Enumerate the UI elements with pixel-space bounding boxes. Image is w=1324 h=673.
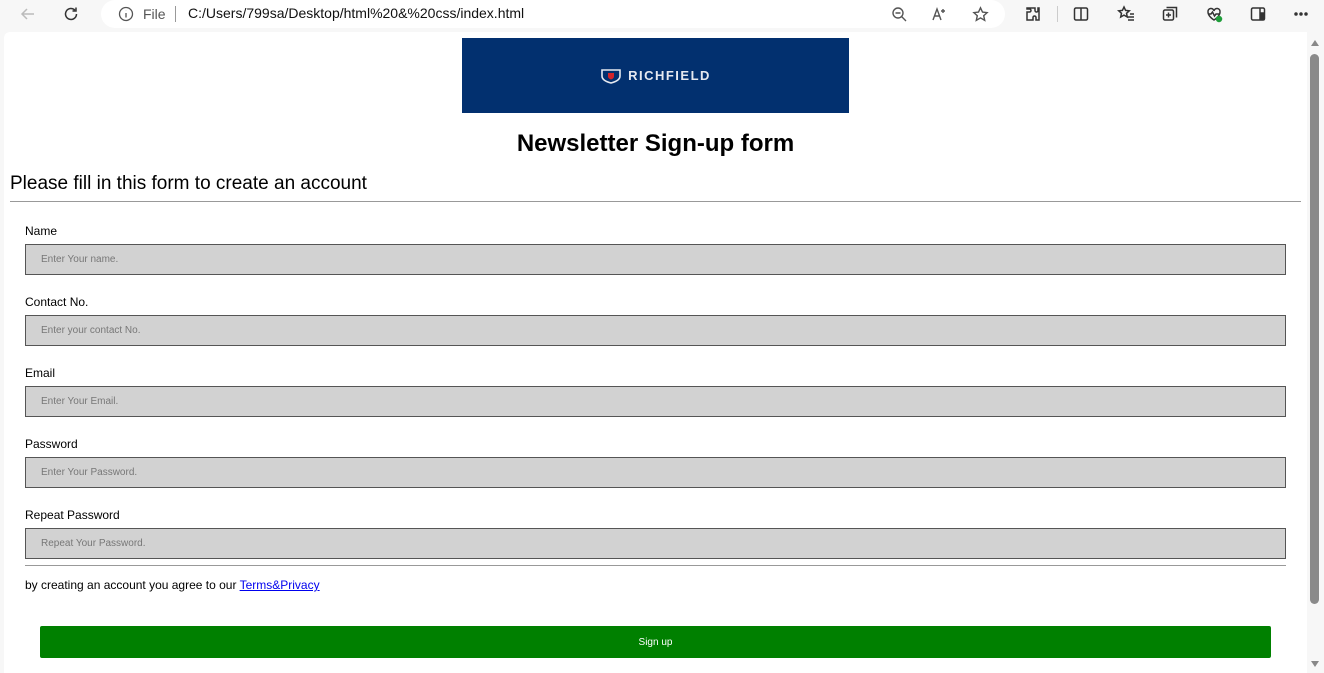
sidebar-icon[interactable] (1244, 2, 1272, 26)
terms-notice: by creating an account you agree to our … (25, 578, 320, 592)
page-title: Newsletter Sign-up form (516, 130, 795, 157)
scroll-thumb[interactable] (1310, 54, 1319, 604)
address-prefix: File (143, 6, 166, 22)
back-icon[interactable] (14, 2, 42, 26)
extensions-icon[interactable] (1019, 2, 1047, 26)
email-label: Email (25, 366, 56, 380)
read-aloud-icon[interactable] (929, 4, 949, 24)
browser-essentials-icon[interactable] (1200, 2, 1228, 26)
address-separator (175, 6, 176, 22)
favorite-star-icon[interactable] (970, 4, 990, 24)
form-subtitle: Please fill in this form to create an ac… (10, 173, 367, 194)
contact-input[interactable] (25, 315, 1286, 346)
repeat-password-label: Repeat Password (25, 508, 120, 522)
address-bar[interactable]: File C:/Users/799sa/Desktop/html%20&%20c… (101, 0, 1005, 28)
name-label: Name (25, 224, 58, 238)
scroll-down-arrow-icon[interactable] (1311, 661, 1319, 667)
address-url[interactable]: C:/Users/799sa/Desktop/html%20&%20css/in… (188, 5, 524, 21)
email-input[interactable] (25, 386, 1286, 417)
refresh-icon[interactable] (57, 2, 85, 26)
split-screen-icon[interactable] (1067, 2, 1095, 26)
vertical-scrollbar[interactable] (1307, 32, 1324, 673)
password-label: Password (25, 437, 78, 451)
signup-button[interactable]: Sign up (40, 626, 1271, 658)
info-icon[interactable] (117, 5, 135, 23)
name-input[interactable] (25, 244, 1286, 275)
scroll-up-arrow-icon[interactable] (1311, 40, 1319, 46)
terms-text: by creating an account you agree to our (25, 578, 240, 592)
zoom-out-icon[interactable] (889, 4, 909, 24)
page-viewport: RICHFIELD Newsletter Sign-up form Please… (4, 32, 1307, 673)
terms-privacy-link[interactable]: Terms&Privacy (240, 578, 320, 592)
repeat-password-input[interactable] (25, 528, 1286, 559)
richfield-logo: RICHFIELD (462, 38, 849, 113)
favorites-icon[interactable] (1112, 2, 1140, 26)
browser-toolbar: File C:/Users/799sa/Desktop/html%20&%20c… (0, 0, 1324, 32)
collections-icon[interactable] (1156, 2, 1184, 26)
password-input[interactable] (25, 457, 1286, 488)
toolbar-divider (1057, 6, 1058, 22)
logo-text: RICHFIELD (628, 68, 711, 83)
top-divider (10, 201, 1301, 202)
bottom-divider (25, 565, 1286, 566)
more-icon[interactable] (1287, 2, 1315, 26)
contact-label: Contact No. (25, 295, 89, 309)
shield-logo-icon (601, 68, 621, 84)
